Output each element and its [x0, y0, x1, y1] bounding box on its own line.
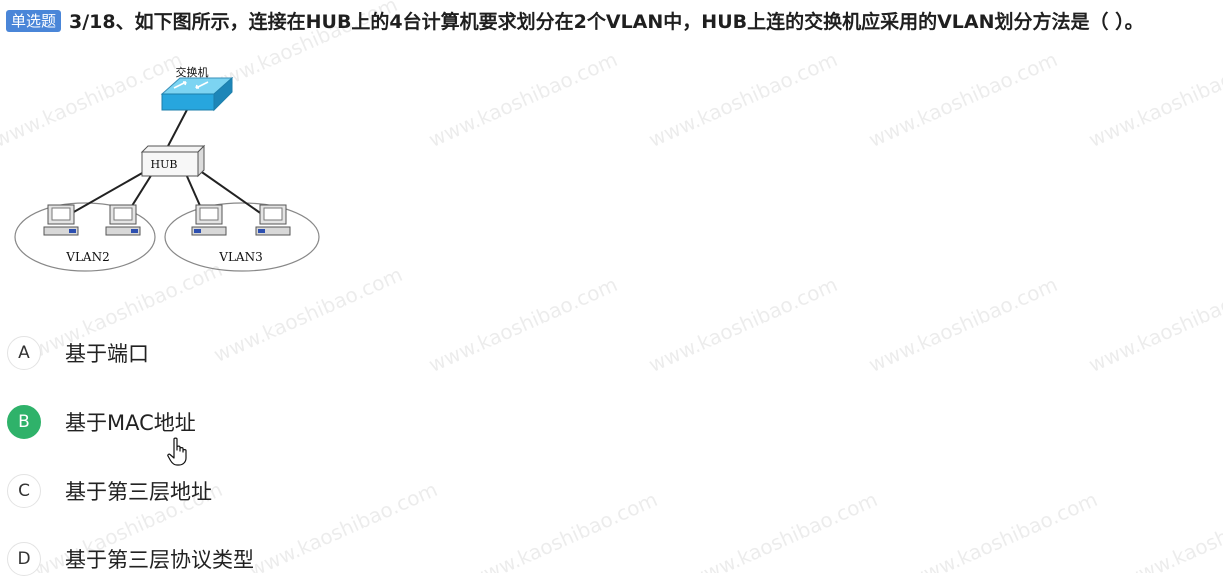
- option-text-a[interactable]: 基于端口: [65, 338, 149, 368]
- option-c[interactable]: C 基于第三层地址: [7, 473, 212, 509]
- question-type-tag: 单选题: [6, 10, 62, 32]
- watermark: www.kaoshibao.com: [210, 262, 407, 367]
- computer-icon: [105, 204, 141, 236]
- watermark: www.kaoshibao.com: [425, 272, 622, 377]
- computer-icon: [191, 204, 227, 236]
- watermark: www.kaoshibao.com: [425, 47, 622, 152]
- watermark: www.kaoshibao.com: [905, 487, 1102, 573]
- hub-label: HUB: [151, 158, 178, 171]
- watermark: www.kaoshibao.com: [865, 47, 1062, 152]
- watermark: www.kaoshibao.com: [645, 272, 842, 377]
- option-text-d[interactable]: 基于第三层协议类型: [65, 544, 254, 574]
- option-text-c[interactable]: 基于第三层地址: [65, 476, 212, 506]
- watermark: www.kaoshibao.com: [865, 272, 1062, 377]
- option-letter-b[interactable]: B: [7, 405, 41, 439]
- hand-pointer-icon: [167, 437, 187, 466]
- watermark: www.kaoshibao.com: [1120, 487, 1223, 573]
- question-stem: 单选题 3/18、如下图所示，连接在HUB上的4台计算机要求划分在2个VLAN中，…: [6, 4, 1220, 40]
- watermark: www.kaoshibao.com: [465, 487, 662, 573]
- watermark: www.kaoshibao.com: [1085, 272, 1223, 377]
- option-text-b[interactable]: 基于MAC地址: [65, 407, 196, 437]
- watermark: www.kaoshibao.com: [645, 47, 842, 152]
- computer-icon: [43, 204, 79, 236]
- option-letter-d[interactable]: D: [7, 542, 41, 576]
- watermark: www.kaoshibao.com: [1085, 47, 1223, 152]
- network-diagram: 交换机 HUB VLAN2 VLAN3: [14, 65, 320, 272]
- watermark: www.kaoshibao.com: [245, 477, 442, 573]
- vlan2-label: VLAN2: [65, 250, 109, 264]
- computer-icon: [255, 204, 291, 236]
- option-letter-c[interactable]: C: [7, 474, 41, 508]
- option-b[interactable]: B 基于MAC地址: [7, 404, 196, 440]
- switch-icon: [160, 76, 234, 112]
- question-text: 3/18、如下图所示，连接在HUB上的4台计算机要求划分在2个VLAN中，HUB…: [69, 11, 1144, 33]
- option-d[interactable]: D 基于第三层协议类型: [7, 541, 254, 577]
- vlan3-label: VLAN3: [218, 250, 262, 264]
- switch-hub-link: [166, 103, 191, 149]
- option-letter-a[interactable]: A: [7, 336, 41, 370]
- watermark: www.kaoshibao.com: [685, 487, 882, 573]
- switch-label: 交换机: [176, 65, 209, 79]
- option-a[interactable]: A 基于端口: [7, 335, 149, 371]
